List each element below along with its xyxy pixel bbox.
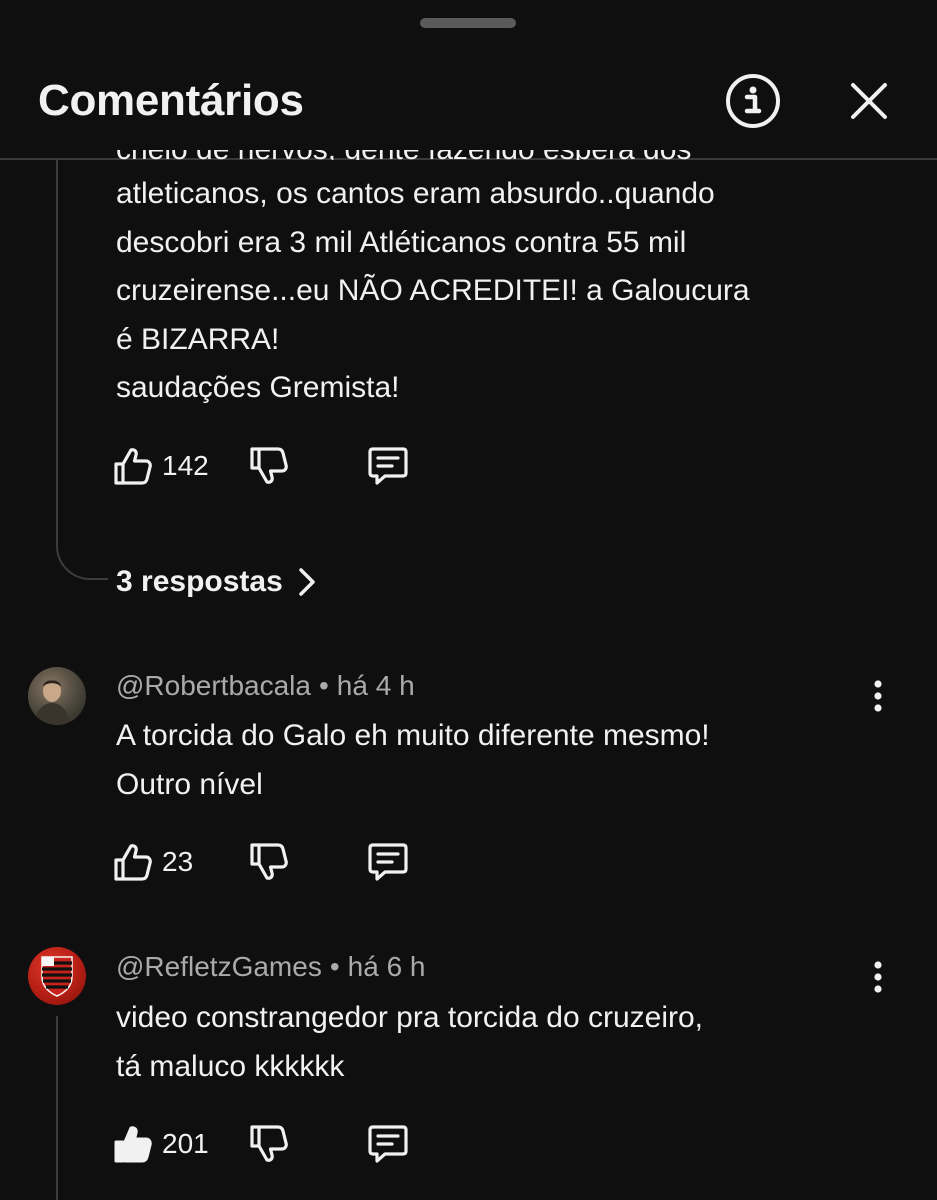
comment-author[interactable]: @Robertbacala bbox=[116, 670, 311, 701]
like-button[interactable] bbox=[112, 1122, 154, 1166]
comment-text: A torcida do Galo eh muito diferente mes… bbox=[116, 712, 896, 809]
dislike-button[interactable] bbox=[248, 840, 290, 884]
comment-time: há 6 h bbox=[347, 951, 426, 982]
comment-line: é BIZARRA! bbox=[116, 322, 280, 356]
thread-connector bbox=[56, 160, 108, 580]
comment-line: video constrangedor pra torcida do cruze… bbox=[116, 1001, 703, 1034]
info-icon bbox=[726, 74, 780, 128]
drag-handle[interactable] bbox=[420, 18, 516, 28]
avatar[interactable] bbox=[28, 667, 86, 725]
comment-line: descobri era 3 mil Atléticanos contra 55… bbox=[116, 225, 687, 259]
comment-reply-icon bbox=[368, 1125, 408, 1163]
dislike-button[interactable] bbox=[248, 1122, 290, 1166]
flamengo-crest-icon bbox=[41, 956, 73, 997]
close-button[interactable] bbox=[837, 69, 901, 133]
comment-line: cheio de nervos, gente fazendo espera do… bbox=[116, 150, 691, 160]
reply-button[interactable] bbox=[366, 1122, 410, 1166]
like-button[interactable] bbox=[112, 444, 154, 488]
like-button[interactable] bbox=[112, 840, 154, 884]
comment-line: cruzeirense...eu NÃO ACREDITEI! a Galouc… bbox=[116, 274, 750, 307]
comment-actions: 23 bbox=[112, 840, 432, 884]
thumbs-up-filled-icon bbox=[114, 1126, 152, 1163]
thumbs-down-icon bbox=[250, 447, 288, 484]
comment-line: Outro nível bbox=[116, 767, 263, 801]
comment-actions: 142 bbox=[112, 444, 432, 488]
comment-meta: @RefletzGames • há 6 h bbox=[116, 949, 426, 985]
close-icon bbox=[851, 83, 887, 119]
replies-label: 3 respostas bbox=[116, 565, 283, 598]
reply-button[interactable] bbox=[366, 444, 410, 488]
dislike-button[interactable] bbox=[248, 444, 290, 488]
thumbs-down-icon bbox=[250, 1125, 288, 1162]
like-count: 201 bbox=[162, 1128, 209, 1159]
page-title: Comentários bbox=[38, 76, 304, 125]
reply-button[interactable] bbox=[366, 840, 410, 884]
meta-separator: • bbox=[318, 670, 329, 701]
meta-separator: • bbox=[329, 951, 340, 982]
comment-time: há 4 h bbox=[336, 670, 415, 701]
comment-text: video constrangedor pra torcida do cruze… bbox=[116, 994, 896, 1091]
thumbs-down-icon bbox=[250, 843, 288, 880]
like-count: 142 bbox=[162, 450, 209, 481]
comment-text: atleticanos, os cantos eram absurdo..qua… bbox=[116, 170, 896, 413]
thumbs-up-icon bbox=[114, 844, 152, 881]
comment-author[interactable]: @RefletzGames bbox=[116, 951, 322, 982]
thread-connector bbox=[56, 1016, 58, 1200]
comment-meta: @Robertbacala • há 4 h bbox=[116, 668, 415, 704]
comment-line: tá maluco kkkkkk bbox=[116, 1049, 345, 1083]
avatar[interactable] bbox=[28, 947, 86, 1005]
thumbs-up-icon bbox=[114, 448, 152, 485]
comment-reply-icon bbox=[368, 447, 408, 485]
avatar-photo bbox=[34, 680, 70, 725]
more-vertical-icon bbox=[874, 961, 882, 993]
view-replies-button[interactable]: 3 respostas bbox=[116, 562, 317, 602]
like-count: 23 bbox=[162, 846, 194, 877]
comment-line: saudações Gremista! bbox=[116, 371, 400, 404]
more-vertical-icon bbox=[874, 680, 882, 712]
comment-line: atleticanos, os cantos eram absurdo..qua… bbox=[116, 177, 715, 210]
chevron-right-icon bbox=[299, 568, 315, 596]
comment-text-clipped: cheio de nervos, gente fazendo espera do… bbox=[116, 150, 876, 160]
comment-line: A torcida do Galo eh muito diferente mes… bbox=[116, 719, 710, 752]
comment-reply-icon bbox=[368, 843, 408, 881]
comment-actions: 201 bbox=[112, 1122, 432, 1166]
info-button[interactable] bbox=[721, 69, 785, 133]
